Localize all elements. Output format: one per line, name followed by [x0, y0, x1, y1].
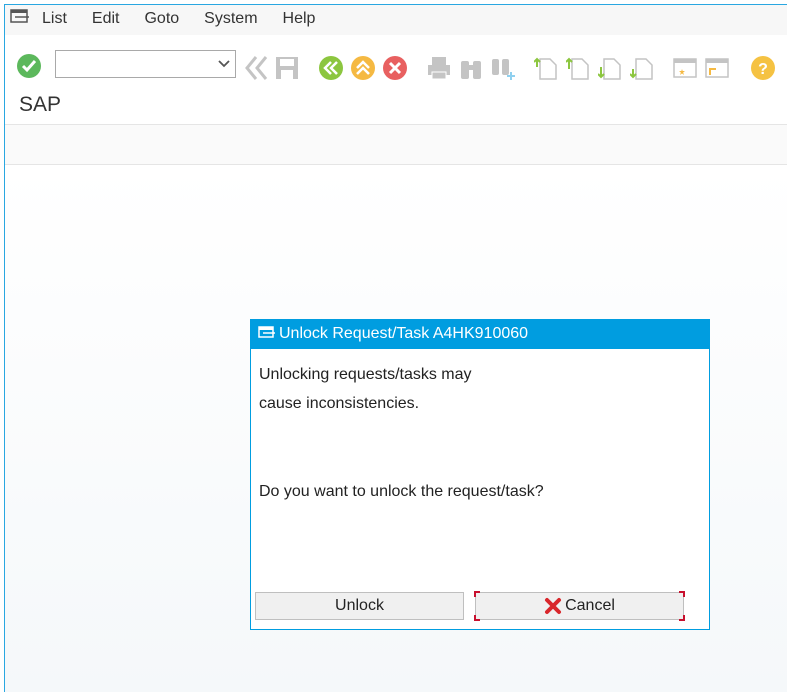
cancel-icon[interactable] — [382, 55, 408, 81]
dialog-menu-icon[interactable] — [258, 326, 276, 340]
dialog-message-line2: cause inconsistencies. — [259, 395, 420, 412]
menu-icon[interactable] — [10, 9, 30, 25]
menu-edit[interactable]: Edit — [92, 10, 120, 28]
find-next-icon — [492, 59, 515, 80]
dialog-header: Unlock Request/Task A4HK910060 — [251, 320, 709, 349]
exit-icon[interactable] — [350, 55, 376, 81]
print-icon — [428, 57, 450, 80]
last-page-icon — [630, 58, 653, 80]
svg-text:?: ? — [758, 61, 768, 78]
previous-page-icon — [566, 57, 589, 80]
first-page-icon — [534, 57, 557, 80]
page-title: SAP — [19, 93, 62, 116]
command-field[interactable] — [55, 50, 236, 78]
command-input[interactable] — [56, 51, 206, 77]
unlock-button[interactable]: Unlock — [255, 592, 464, 620]
sap-window: List Edit Goto System Help ? SAP Unlock … — [4, 4, 787, 692]
create-session-icon — [673, 58, 697, 78]
chevron-down-icon[interactable] — [218, 59, 230, 69]
title-bar: SAP — [5, 85, 787, 125]
cancel-button[interactable]: Cancel — [474, 591, 685, 621]
next-page-icon — [598, 58, 621, 80]
enter-check-icon[interactable] — [16, 53, 42, 79]
menu-help[interactable]: Help — [283, 10, 316, 28]
close-icon — [545, 598, 562, 614]
cancel-button-label: Cancel — [565, 597, 615, 614]
unlock-button-label: Unlock — [335, 597, 384, 614]
double-chevron-left-icon — [245, 56, 268, 80]
menu-goto[interactable]: Goto — [144, 10, 179, 28]
dialog-question: Do you want to unlock the request/task? — [259, 483, 544, 500]
find-icon — [461, 61, 481, 79]
application-toolbar — [5, 125, 787, 165]
menu-list[interactable]: List — [42, 10, 67, 28]
dialog-message-line1: Unlocking requests/tasks may — [259, 366, 472, 383]
unlock-dialog: Unlock Request/Task A4HK910060 Unlocking… — [250, 319, 710, 630]
shortcut-icon — [705, 58, 729, 78]
back-icon[interactable] — [318, 55, 344, 81]
save-icon — [276, 57, 298, 79]
dialog-title: Unlock Request/Task A4HK910060 — [279, 325, 529, 342]
help-icon[interactable]: ? — [750, 55, 776, 81]
menu-bar: List Edit Goto System Help — [5, 5, 787, 35]
menu-system[interactable]: System — [204, 10, 257, 28]
system-toolbar: ? — [5, 45, 787, 85]
